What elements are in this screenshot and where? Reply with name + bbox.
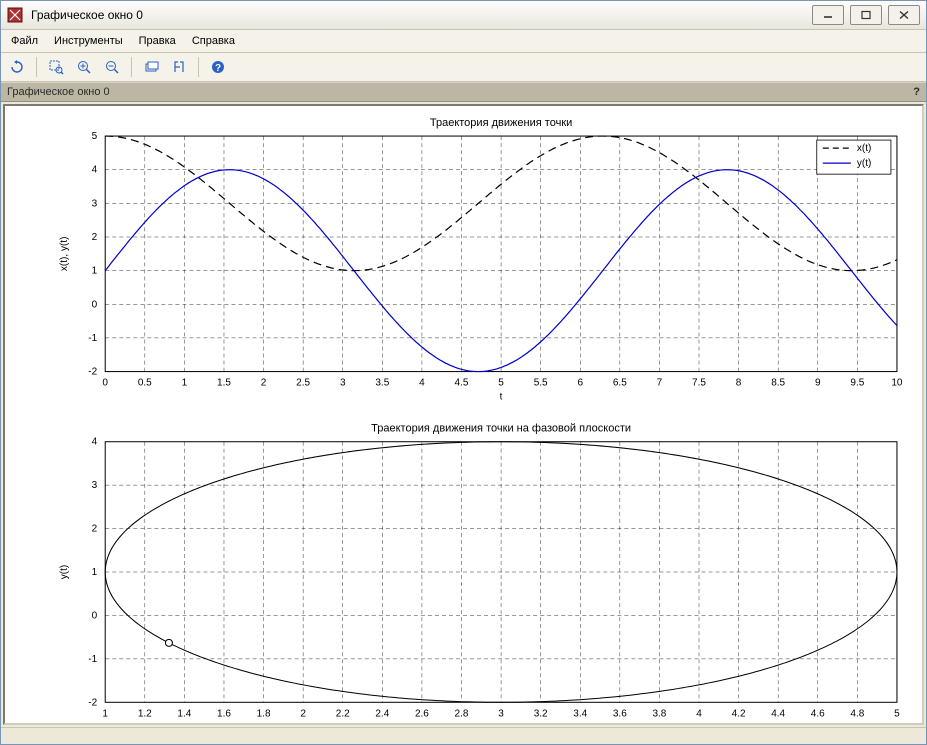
app-window: Графическое окно 0 Файл Инструменты Прав… (0, 0, 927, 745)
svg-text:3: 3 (92, 198, 98, 209)
svg-text:8: 8 (736, 378, 742, 389)
menubar: Файл Инструменты Правка Справка (1, 30, 926, 53)
plot-svg: Траектория движения точки 0 0.5 1 1.5 2 2.5 3 3.… (5, 106, 922, 723)
svg-text:4.2: 4.2 (732, 708, 746, 719)
context-help-icon[interactable]: ? (913, 86, 920, 98)
svg-text:x(t), y(t): x(t), y(t) (59, 237, 70, 272)
pan-icon[interactable] (139, 55, 163, 79)
svg-text:x(t): x(t) (494, 722, 508, 723)
menu-edit[interactable]: Правка (131, 30, 184, 52)
svg-text:3.4: 3.4 (573, 708, 587, 719)
app-icon (7, 7, 23, 23)
svg-text:4.8: 4.8 (850, 708, 864, 719)
svg-text:0: 0 (92, 610, 98, 621)
svg-text:4.5: 4.5 (455, 378, 469, 389)
svg-text:0: 0 (92, 299, 98, 310)
svg-text:4: 4 (419, 378, 425, 389)
svg-text:?: ? (215, 63, 221, 74)
svg-text:6: 6 (577, 378, 583, 389)
close-button[interactable] (888, 5, 920, 25)
svg-text:0.5: 0.5 (138, 378, 152, 389)
svg-text:8.5: 8.5 (771, 378, 785, 389)
svg-text:2: 2 (261, 378, 267, 389)
svg-text:-1: -1 (88, 654, 97, 665)
svg-text:Траектория движения точки на ф: Траектория движения точки на фазовой пло… (371, 423, 631, 435)
svg-text:5: 5 (92, 131, 98, 142)
svg-text:2.8: 2.8 (455, 708, 469, 719)
menu-tools[interactable]: Инструменты (46, 30, 131, 52)
svg-text:2.4: 2.4 (375, 708, 389, 719)
svg-text:1.2: 1.2 (138, 708, 152, 719)
svg-text:-1: -1 (88, 333, 97, 344)
window-title: Графическое окно 0 (31, 8, 143, 22)
svg-text:5: 5 (894, 708, 900, 719)
svg-text:1: 1 (102, 708, 108, 719)
svg-text:1.8: 1.8 (257, 708, 271, 719)
toolbar: ? (1, 53, 926, 82)
toolbar-sep (198, 57, 199, 77)
svg-text:t: t (500, 392, 503, 403)
minimize-button[interactable] (812, 5, 844, 25)
svg-text:1: 1 (92, 266, 98, 277)
help-icon[interactable]: ? (206, 55, 230, 79)
svg-text:3.5: 3.5 (375, 378, 389, 389)
svg-text:3.8: 3.8 (652, 708, 666, 719)
svg-text:1.4: 1.4 (177, 708, 191, 719)
svg-text:4.4: 4.4 (771, 708, 785, 719)
menu-help[interactable]: Справка (184, 30, 243, 52)
svg-text:4: 4 (696, 708, 702, 719)
svg-text:2: 2 (92, 232, 98, 243)
svg-text:7: 7 (657, 378, 663, 389)
toolbar-sep (131, 57, 132, 77)
zoom-in-icon[interactable] (72, 55, 96, 79)
figure-subtitle: Графическое окно 0 (7, 86, 110, 98)
svg-text:0: 0 (102, 378, 108, 389)
plot-canvas: Траектория движения точки 0 0.5 1 1.5 2 2.5 3 3.… (3, 104, 924, 725)
svg-text:y(t): y(t) (59, 565, 70, 579)
svg-text:5.5: 5.5 (534, 378, 548, 389)
menu-file[interactable]: Файл (3, 30, 46, 52)
window-buttons (812, 5, 920, 25)
zoom-area-icon[interactable] (44, 55, 68, 79)
svg-text:5: 5 (498, 378, 504, 389)
titlebar: Графическое окно 0 (1, 1, 926, 30)
zoom-out-icon[interactable] (100, 55, 124, 79)
svg-text:3: 3 (340, 378, 346, 389)
svg-text:9: 9 (815, 378, 821, 389)
svg-text:2: 2 (92, 524, 98, 535)
svg-text:9.5: 9.5 (850, 378, 864, 389)
rotate-icon[interactable] (5, 55, 29, 79)
data-cursor-icon[interactable] (167, 55, 191, 79)
svg-text:4: 4 (92, 165, 98, 176)
svg-text:2: 2 (300, 708, 306, 719)
svg-text:3.2: 3.2 (534, 708, 548, 719)
svg-text:1.6: 1.6 (217, 708, 231, 719)
svg-text:2.5: 2.5 (296, 378, 310, 389)
svg-text:-2: -2 (88, 367, 97, 378)
svg-text:1: 1 (92, 567, 98, 578)
svg-text:3: 3 (92, 480, 98, 491)
svg-text:1: 1 (182, 378, 188, 389)
svg-text:-2: -2 (88, 697, 97, 708)
svg-text:Траектория движения точки: Траектория движения точки (430, 117, 573, 129)
svg-text:4: 4 (92, 437, 98, 448)
svg-text:2.6: 2.6 (415, 708, 429, 719)
svg-text:3.6: 3.6 (613, 708, 627, 719)
svg-text:7.5: 7.5 (692, 378, 706, 389)
svg-text:6.5: 6.5 (613, 378, 627, 389)
toolbar-sep (36, 57, 37, 77)
svg-text:x(t): x(t) (857, 143, 871, 154)
svg-text:1.5: 1.5 (217, 378, 231, 389)
svg-text:y(t): y(t) (857, 158, 871, 169)
svg-text:4.6: 4.6 (811, 708, 825, 719)
figure-subheader: Графическое окно 0 ? (1, 82, 926, 102)
svg-text:2.2: 2.2 (336, 708, 350, 719)
svg-text:10: 10 (891, 378, 903, 389)
maximize-button[interactable] (850, 5, 882, 25)
svg-text:3: 3 (498, 708, 504, 719)
